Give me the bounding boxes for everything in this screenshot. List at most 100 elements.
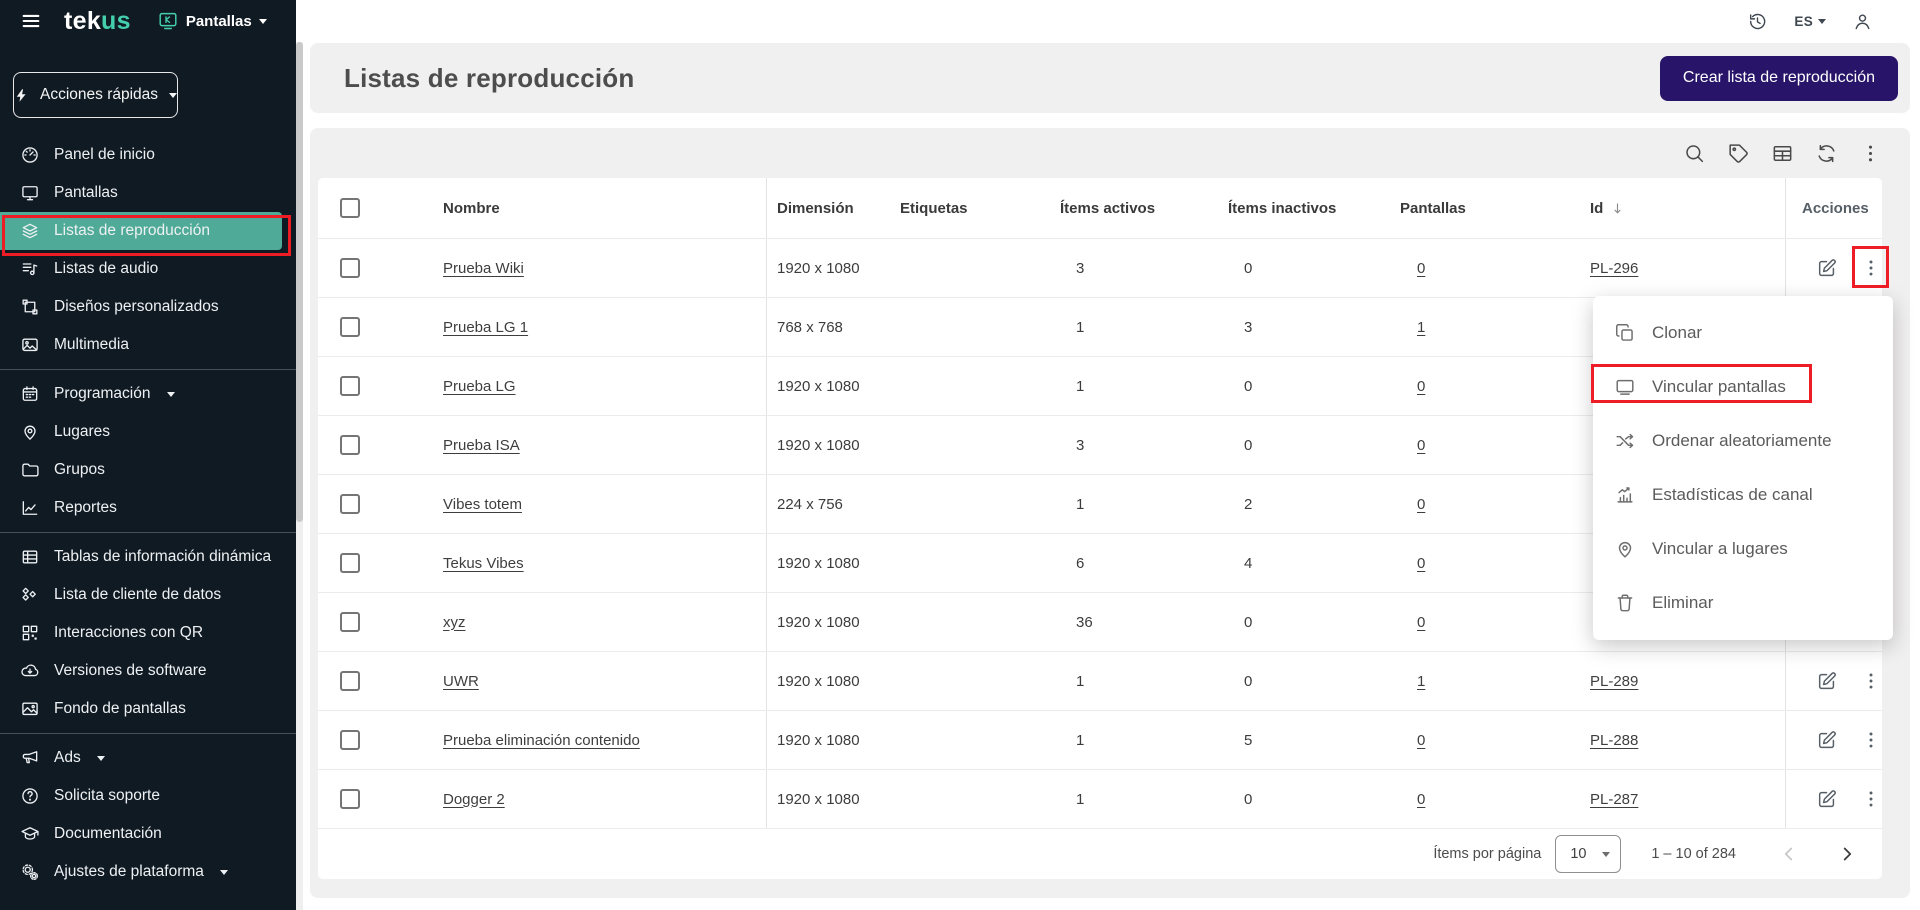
dimension-value: 1920 x 1080	[766, 593, 900, 651]
playlist-name-link[interactable]: Vibes totem	[443, 496, 522, 513]
menu-item-label: Estadísticas de canal	[1652, 485, 1813, 505]
header-items-inactivos[interactable]: Ítems inactivos	[1228, 178, 1400, 238]
row-checkbox[interactable]	[340, 553, 360, 573]
language-selector[interactable]: ES	[1794, 14, 1826, 29]
menu-item-clonar[interactable]: Clonar	[1593, 306, 1893, 360]
playlist-name-link[interactable]: Prueba Wiki	[443, 260, 524, 277]
create-playlist-button[interactable]: Crear lista de reproducción	[1660, 56, 1898, 101]
header-pantallas[interactable]: Pantallas	[1400, 178, 1590, 238]
row-checkbox[interactable]	[340, 317, 360, 337]
menu-item-ordenar-aleatoriamente[interactable]: Ordenar aleatoriamente	[1593, 414, 1893, 468]
sidebar-item-panel-de-inicio[interactable]: Panel de inicio	[0, 136, 296, 174]
sidebar-item-fondo-de-pantallas[interactable]: Fondo de pantallas	[0, 690, 296, 728]
menu-item-vincular-pantallas[interactable]: Vincular pantallas	[1593, 360, 1893, 414]
header-etiquetas[interactable]: Etiquetas	[900, 178, 1060, 238]
playlist-name-link[interactable]: Dogger 2	[443, 791, 505, 808]
select-all-checkbox[interactable]	[340, 198, 360, 218]
edit-button[interactable]	[1816, 788, 1838, 810]
playlist-name-link[interactable]: Prueba eliminación contenido	[443, 732, 640, 749]
row-checkbox[interactable]	[340, 494, 360, 514]
menu-item-vincular-a-lugares[interactable]: Vincular a lugares	[1593, 522, 1893, 576]
hamburger-menu-icon[interactable]	[20, 10, 42, 32]
sidebar-item-tablas-de-informacion-dinamica[interactable]: Tablas de información dinámica	[0, 538, 296, 576]
row-9-kebab-button[interactable]	[1860, 729, 1882, 751]
sidebar-item-ajustes-de-plataforma[interactable]: Ajustes de plataforma	[0, 853, 296, 891]
playlist-id-link[interactable]: PL-296	[1590, 260, 1638, 277]
row-checkbox[interactable]	[340, 730, 360, 750]
header-id[interactable]: Id	[1590, 178, 1785, 238]
sidebar-item-documentacion[interactable]: Documentación	[0, 815, 296, 853]
edit-button[interactable]	[1816, 670, 1838, 692]
tag-filter-icon[interactable]	[1727, 142, 1750, 165]
screens-count-link[interactable]: 0	[1417, 732, 1425, 749]
playlist-name-link[interactable]: Prueba LG 1	[443, 319, 528, 336]
row-checkbox[interactable]	[340, 376, 360, 396]
header-items-activos[interactable]: Ítems activos	[1060, 178, 1228, 238]
screens-count-link[interactable]: 0	[1417, 260, 1425, 277]
menu-item-eliminar[interactable]: Eliminar	[1593, 576, 1893, 630]
header-dimension[interactable]: Dimensión	[766, 178, 900, 238]
user-profile-icon[interactable]	[1852, 11, 1873, 32]
sidebar-item-lugares[interactable]: Lugares	[0, 413, 296, 451]
row-checkbox[interactable]	[340, 671, 360, 691]
sidebar: tekus Pantallas Acciones rápidas Panel d…	[0, 0, 296, 910]
sidebar-item-reportes[interactable]: Reportes	[0, 489, 296, 527]
playlist-name-link[interactable]: Tekus Vibes	[443, 555, 524, 572]
places-icon	[20, 422, 40, 442]
screens-context-switcher[interactable]: Pantallas	[157, 10, 267, 32]
history-icon[interactable]	[1747, 11, 1768, 32]
row-checkbox[interactable]	[340, 612, 360, 632]
playlist-id-link[interactable]: PL-287	[1590, 791, 1638, 808]
row-1-kebab-button[interactable]	[1860, 257, 1882, 279]
screens-count-link[interactable]: 0	[1417, 496, 1425, 513]
sidebar-item-versiones-de-software[interactable]: Versiones de software	[0, 652, 296, 690]
sidebar-item-grupos[interactable]: Grupos	[0, 451, 296, 489]
playlist-name-link[interactable]: xyz	[443, 614, 466, 631]
edit-button[interactable]	[1816, 729, 1838, 751]
sidebar-item-listas-de-audio[interactable]: Listas de audio	[0, 250, 296, 288]
sidebar-item-listas-de-reproduccion[interactable]: Listas de reproducción	[0, 212, 282, 250]
sidebar-item-programacion[interactable]: Programación	[0, 375, 296, 413]
columns-table-icon[interactable]	[1771, 142, 1794, 165]
screens-count-link[interactable]: 0	[1417, 555, 1425, 572]
table-row: Dogger 21920 x 1080100PL-287	[318, 770, 1882, 829]
row-checkbox[interactable]	[340, 258, 360, 278]
playlist-id-link[interactable]: PL-288	[1590, 732, 1638, 749]
playlist-id-link[interactable]: PL-289	[1590, 673, 1638, 690]
scrollbar-thumb[interactable]	[296, 42, 303, 522]
playlist-name-link[interactable]: Prueba ISA	[443, 437, 520, 454]
sidebar-item-disenos-personalizados[interactable]: Diseños personalizados	[0, 288, 296, 326]
screens-count-link[interactable]: 0	[1417, 378, 1425, 395]
sidebar-item-lista-de-cliente-de-datos[interactable]: Lista de cliente de datos	[0, 576, 296, 614]
screens-count-link[interactable]: 0	[1417, 437, 1425, 454]
sidebar-item-solicita-soporte[interactable]: Solicita soporte	[0, 777, 296, 815]
sidebar-scrollbar[interactable]	[296, 0, 304, 910]
row-checkbox[interactable]	[340, 435, 360, 455]
playlist-name-link[interactable]: Prueba LG	[443, 378, 516, 395]
search-icon[interactable]	[1683, 142, 1706, 165]
playlist-name-link[interactable]: UWR	[443, 673, 479, 690]
items-inactive-value: 3	[1228, 298, 1400, 356]
sidebar-item-pantallas[interactable]: Pantallas	[0, 174, 296, 212]
toolbar-kebab-icon[interactable]	[1859, 142, 1882, 165]
row-8-kebab-button[interactable]	[1860, 670, 1882, 692]
next-page-button[interactable]	[1836, 843, 1858, 865]
screens-count-link[interactable]: 1	[1417, 673, 1425, 690]
screens-count-link[interactable]: 0	[1417, 791, 1425, 808]
sidebar-item-ads[interactable]: Ads	[0, 739, 296, 777]
row-10-kebab-button[interactable]	[1860, 788, 1882, 810]
screens-count-link[interactable]: 0	[1417, 614, 1425, 631]
edit-button[interactable]	[1816, 257, 1838, 279]
header-nombre[interactable]: Nombre	[443, 178, 766, 238]
page-size-select[interactable]: 10	[1555, 835, 1621, 873]
chevron-down-icon	[259, 19, 267, 28]
menu-item-estadisticas-de-canal[interactable]: Estadísticas de canal	[1593, 468, 1893, 522]
sidebar-item-interacciones-con-qr[interactable]: Interacciones con QR	[0, 614, 296, 652]
id-cell: PL-287	[1590, 770, 1785, 828]
sidebar-item-multimedia[interactable]: Multimedia	[0, 326, 296, 364]
previous-page-button[interactable]	[1778, 843, 1800, 865]
row-checkbox[interactable]	[340, 789, 360, 809]
refresh-icon[interactable]	[1815, 142, 1838, 165]
screens-count-link[interactable]: 1	[1417, 319, 1425, 336]
quick-actions-button[interactable]: Acciones rápidas	[13, 72, 178, 118]
